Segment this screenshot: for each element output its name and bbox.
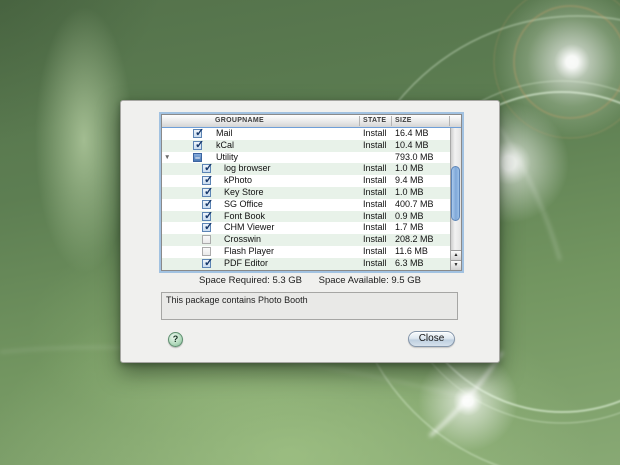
table-row[interactable]: ✓ Key Store Install 1.0 MB [162, 187, 450, 199]
help-button[interactable]: ? [168, 332, 183, 347]
vertical-scrollbar[interactable]: ▲ ▼ [450, 128, 461, 270]
table-row[interactable]: ✓ CHM Viewer Install 1.7 MB [162, 222, 450, 234]
disclosure-triangle-icon[interactable]: ▼ [164, 152, 170, 164]
row-state: Install [363, 128, 387, 140]
row-state: Install [363, 211, 387, 223]
scroll-up-button[interactable]: ▲ [451, 250, 461, 260]
table-rows: ✓ Mail Install 16.4 MB ✓ kCal Install 10… [162, 128, 450, 270]
row-checkbox[interactable] [202, 247, 211, 256]
row-name: Crosswin [224, 234, 261, 246]
scroll-up-icon: ▲ [454, 252, 459, 258]
column-divider [449, 116, 450, 126]
row-checkbox[interactable]: ✓ [202, 188, 211, 197]
row-size: 208.2 MB [395, 234, 434, 246]
row-size: 16.4 MB [395, 128, 429, 140]
row-checkbox[interactable]: ✓ [193, 129, 202, 138]
row-size: 1.7 MB [395, 222, 424, 234]
space-required-label: Space Required: 5.3 GB [199, 275, 302, 286]
row-checkbox[interactable] [202, 235, 211, 244]
row-name: Font Book [224, 211, 265, 223]
scrollbar-thumb[interactable] [451, 166, 460, 221]
close-button[interactable]: Close [408, 331, 455, 347]
scroll-down-icon: ▼ [454, 262, 459, 268]
column-divider [359, 116, 360, 126]
row-checkbox[interactable]: ✓ [202, 200, 211, 209]
row-state: Install [363, 222, 387, 234]
row-name: Flash Player [224, 246, 274, 258]
row-state: Install [363, 258, 387, 270]
row-checkbox[interactable]: ✓ [202, 164, 211, 173]
row-name: PDF Editor [224, 258, 268, 270]
row-state: Install [363, 199, 387, 211]
row-name: kCal [216, 140, 234, 152]
package-description-box: This package contains Photo Booth [161, 292, 458, 320]
row-name: log browser [224, 163, 271, 175]
row-state: Install [363, 187, 387, 199]
row-name: Mail [216, 128, 233, 140]
row-name: kPhoto [224, 175, 252, 187]
row-checkbox[interactable]: ✓ [202, 223, 211, 232]
scroll-down-button[interactable]: ▼ [451, 260, 461, 270]
row-size: 1.0 MB [395, 163, 424, 175]
row-checkbox[interactable]: − [193, 153, 202, 162]
row-size: 0.9 MB [395, 211, 424, 223]
package-description-text: This package contains Photo Booth [166, 295, 308, 305]
row-size: 793.0 MB [395, 152, 434, 164]
row-name: SG Office [224, 199, 263, 211]
row-state: Install [363, 140, 387, 152]
row-checkbox[interactable]: ✓ [202, 176, 211, 185]
row-name: Utility [216, 152, 238, 164]
row-size: 10.4 MB [395, 140, 429, 152]
row-name: CHM Viewer [224, 222, 274, 234]
package-table: GROUPNAME STATE SIZE ✓ Mail Install 16.4… [161, 114, 462, 271]
column-header-state[interactable]: STATE [363, 117, 386, 124]
close-button-label: Close [419, 333, 445, 344]
column-header-groupname[interactable]: GROUPNAME [215, 117, 264, 124]
space-summary: Space Required: 5.3 GB Space Available: … [121, 275, 499, 286]
row-size: 400.7 MB [395, 199, 434, 211]
table-row[interactable]: ✓ SG Office Install 400.7 MB [162, 199, 450, 211]
row-checkbox[interactable]: ✓ [202, 259, 211, 268]
row-state: Install [363, 234, 387, 246]
column-header-size[interactable]: SIZE [395, 117, 412, 124]
table-row[interactable]: ✓ kCal Install 10.4 MB [162, 140, 450, 152]
row-size: 1.0 MB [395, 187, 424, 199]
row-name: Key Store [224, 187, 264, 199]
column-divider [391, 116, 392, 126]
table-row[interactable]: Crosswin Install 208.2 MB [162, 234, 450, 246]
row-state: Install [363, 163, 387, 175]
row-checkbox[interactable]: ✓ [193, 141, 202, 150]
table-row[interactable]: ✓ PDF Editor Install 6.3 MB [162, 258, 450, 270]
installer-dialog: GROUPNAME STATE SIZE ✓ Mail Install 16.4… [120, 100, 500, 363]
row-state: Install [363, 175, 387, 187]
row-checkbox[interactable]: ✓ [202, 212, 211, 221]
row-state: Install [363, 246, 387, 258]
space-available-label: Space Available: 9.5 GB [319, 275, 421, 286]
table-row[interactable]: ✓ Mail Install 16.4 MB [162, 128, 450, 140]
row-size: 6.3 MB [395, 258, 424, 270]
row-size: 9.4 MB [395, 175, 424, 187]
table-row[interactable]: Flash Player Install 11.6 MB [162, 246, 450, 258]
table-header: GROUPNAME STATE SIZE [162, 115, 461, 128]
row-size: 11.6 MB [395, 246, 428, 258]
help-icon: ? [173, 334, 179, 344]
